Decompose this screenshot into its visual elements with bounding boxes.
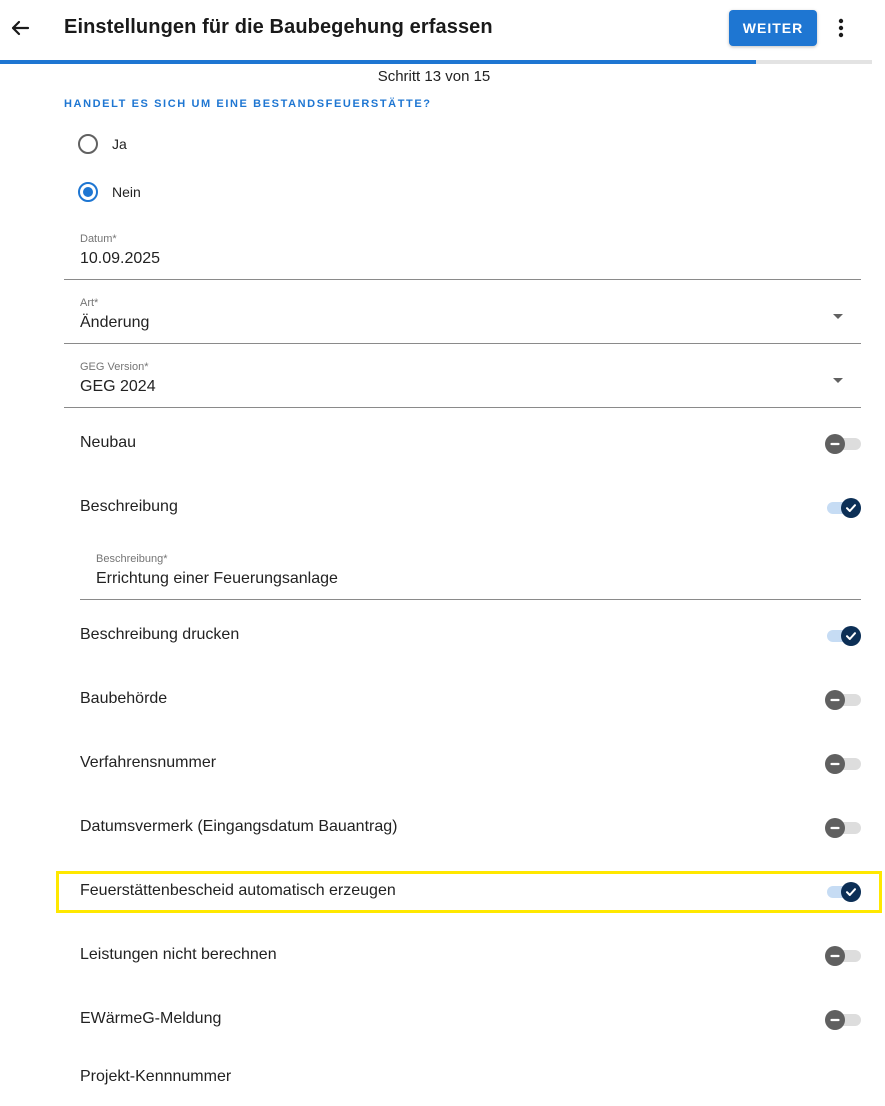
- toggle-label-datumsvermerk: Datumsvermerk (Eingangsdatum Bauantrag): [80, 818, 398, 835]
- more-vert-icon: [838, 18, 844, 38]
- toggle-label-beschreibung: Beschreibung: [80, 498, 178, 515]
- step-indicator: Schritt 13 von 15: [377, 68, 491, 85]
- highlight-frame: [56, 871, 882, 913]
- radio-ja[interactable]: [78, 134, 98, 154]
- radio-nein[interactable]: [78, 182, 98, 202]
- back-button[interactable]: [6, 12, 34, 44]
- toggle-datumsvermerk[interactable]: [825, 817, 861, 839]
- toggle-beschreibung[interactable]: [825, 497, 861, 519]
- minus-icon: [830, 442, 840, 446]
- toggle-label-baubehoerde: Baubehörde: [80, 690, 168, 707]
- toggle-row-beschreibung-drucken: Beschreibung drucken: [64, 616, 861, 656]
- radio-label-ja: Ja: [112, 136, 127, 152]
- art-select-label: Art*: [80, 297, 99, 309]
- page-title: Einstellungen für die Baubegehung erfass…: [64, 16, 493, 38]
- beschreibung-field[interactable]: Beschreibung* Errichtung einer Feuerungs…: [80, 546, 861, 600]
- minus-icon: [830, 826, 840, 830]
- toggle-knob: [825, 434, 845, 454]
- toggle-row-leistungen: Leistungen nicht berechnen: [64, 936, 861, 976]
- toggle-leistungen[interactable]: [825, 945, 861, 967]
- toggle-knob: [841, 498, 861, 518]
- datum-field-value: 10.09.2025: [80, 250, 161, 267]
- toggle-knob: [825, 690, 845, 710]
- caret-down-icon: [833, 378, 843, 383]
- weiter-button[interactable]: WEITER: [729, 10, 817, 46]
- question-label: HANDELT ES SICH UM EINE BESTANDSFEUERSTÄ…: [64, 98, 432, 110]
- minus-icon: [830, 954, 840, 958]
- toggle-beschreibung-drucken[interactable]: [825, 625, 861, 647]
- toggle-row-datumsvermerk: Datumsvermerk (Eingangsdatum Bauantrag): [64, 808, 861, 848]
- geg-version-select-label: GEG Version*: [80, 361, 149, 373]
- beschreibung-field-value: Errichtung einer Feuerungsanlage: [96, 570, 338, 587]
- row-projekt-kennnummer: Projekt-Kennnummer: [64, 1058, 861, 1098]
- art-select[interactable]: Art* Änderung: [64, 290, 861, 344]
- toggle-knob: [825, 818, 845, 838]
- toggle-neubau[interactable]: [825, 433, 861, 455]
- toggle-knob: [825, 1010, 845, 1030]
- toggle-ewaermeg[interactable]: [825, 1009, 861, 1031]
- progress-bar: [0, 60, 872, 64]
- toggle-verfahrensnummer[interactable]: [825, 753, 861, 775]
- geg-version-select-value: GEG 2024: [80, 378, 156, 395]
- toggle-label-verfahrensnummer: Verfahrensnummer: [80, 754, 217, 771]
- geg-version-select[interactable]: GEG Version* GEG 2024: [64, 354, 861, 408]
- toggle-row-ewaermeg: EWärmeG-Meldung: [64, 1000, 861, 1040]
- toggle-label-neubau: Neubau: [80, 434, 137, 451]
- minus-icon: [830, 698, 840, 702]
- toggle-row-neubau: Neubau: [64, 424, 861, 464]
- art-select-value: Änderung: [80, 314, 150, 331]
- more-menu-button[interactable]: [830, 14, 852, 42]
- datum-field[interactable]: Datum* 10.09.2025: [64, 226, 861, 280]
- caret-down-icon: [833, 314, 843, 319]
- toggle-label-ewaermeg: EWärmeG-Meldung: [80, 1010, 222, 1027]
- toggle-row-beschreibung: Beschreibung: [64, 488, 861, 528]
- toggle-knob: [825, 754, 845, 774]
- progress-bar-fill: [0, 60, 756, 64]
- toggle-baubehoerde[interactable]: [825, 689, 861, 711]
- app-bar: Einstellungen für die Baubegehung erfass…: [0, 0, 885, 60]
- minus-icon: [830, 1018, 840, 1022]
- arrow-left-icon: [11, 20, 30, 36]
- toggle-knob: [841, 626, 861, 646]
- toggle-label-beschreibung-drucken: Beschreibung drucken: [80, 626, 240, 643]
- radio-label-nein: Nein: [112, 184, 141, 200]
- toggle-knob: [825, 946, 845, 966]
- toggle-row-verfahrensnummer: Verfahrensnummer: [64, 744, 861, 784]
- beschreibung-field-label: Beschreibung*: [96, 553, 168, 565]
- check-icon: [846, 632, 856, 640]
- check-icon: [846, 504, 856, 512]
- toggle-label-leistungen: Leistungen nicht berechnen: [80, 946, 277, 963]
- label-projekt-kennnummer: Projekt-Kennnummer: [80, 1068, 232, 1085]
- minus-icon: [830, 762, 840, 766]
- toggle-row-baubehoerde: Baubehörde: [64, 680, 861, 720]
- datum-field-label: Datum*: [80, 233, 117, 245]
